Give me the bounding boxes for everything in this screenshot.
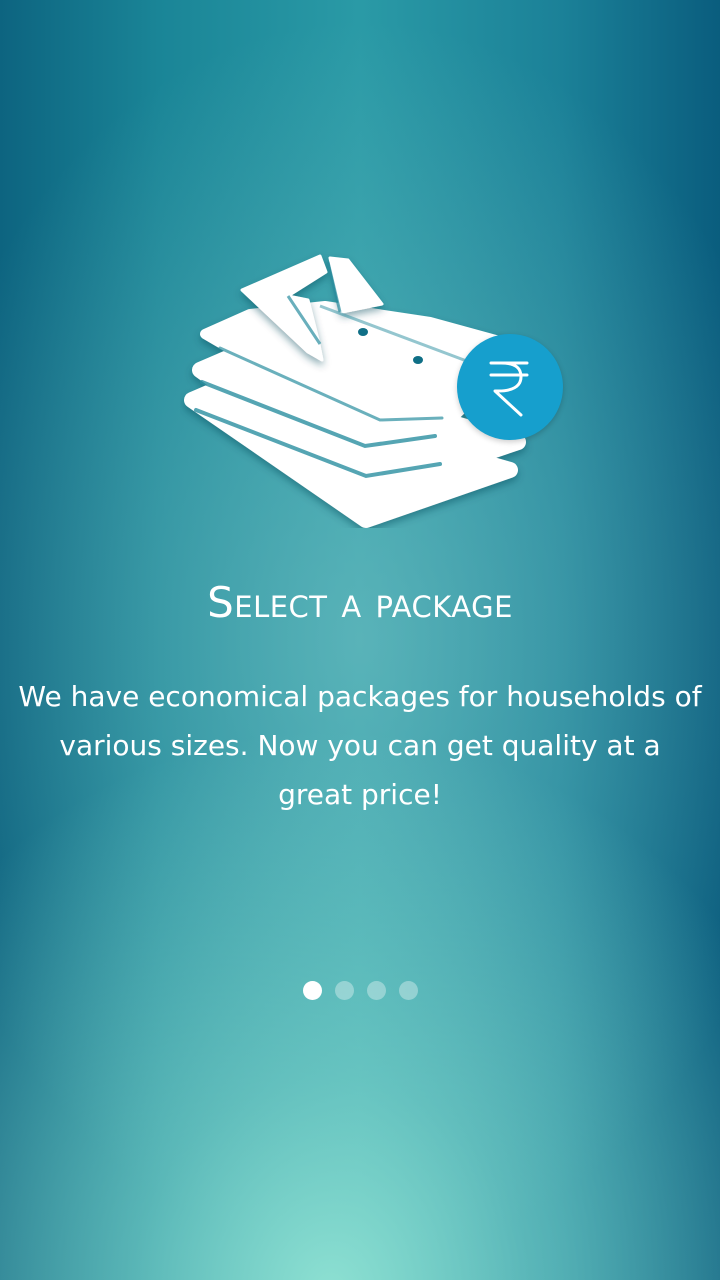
rupee-icon xyxy=(489,361,529,417)
page-dot-3[interactable] xyxy=(366,981,386,1000)
onboarding-screen[interactable]: Select a package We have economical pack… xyxy=(0,0,720,1280)
page-indicator xyxy=(0,981,720,1000)
page-dot-4[interactable] xyxy=(398,981,418,1000)
page-description: We have economical packages for househol… xyxy=(18,680,702,811)
page-title: Select a package xyxy=(207,578,513,627)
page-dot-2[interactable] xyxy=(334,981,354,1000)
rupee-badge xyxy=(457,334,563,440)
page-dot-1[interactable] xyxy=(302,981,322,1000)
package-illustration xyxy=(180,248,570,528)
